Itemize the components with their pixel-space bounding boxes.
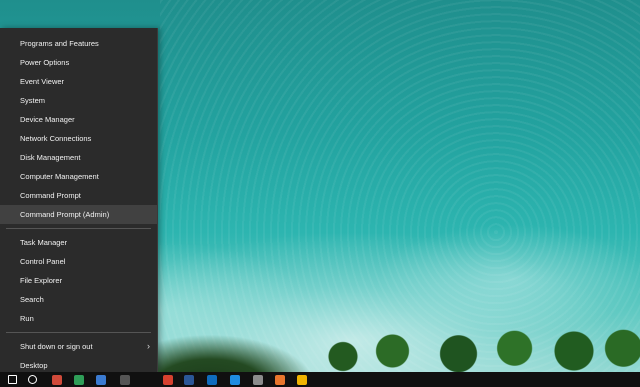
taskbar xyxy=(0,372,640,387)
menu-item-file-explorer[interactable]: File Explorer xyxy=(0,271,157,290)
menu-item-search[interactable]: Search xyxy=(0,290,157,309)
chrome-icon[interactable] xyxy=(163,375,173,385)
edge-icon[interactable] xyxy=(230,375,240,385)
settings-icon[interactable] xyxy=(253,375,263,385)
word-icon[interactable] xyxy=(184,375,194,385)
media-icon[interactable] xyxy=(297,375,307,385)
menu-item-power-options[interactable]: Power Options xyxy=(0,53,157,72)
menu-item-disk-management[interactable]: Disk Management xyxy=(0,148,157,167)
menu-item-command-prompt[interactable]: Command Prompt xyxy=(0,186,157,205)
outlook-icon[interactable] xyxy=(207,375,217,385)
app-icon-dark[interactable] xyxy=(120,375,130,385)
firefox-icon[interactable] xyxy=(275,375,285,385)
start-icon[interactable] xyxy=(8,375,17,384)
menu-separator xyxy=(6,332,151,333)
menu-item-device-manager[interactable]: Device Manager xyxy=(0,110,157,129)
menu-item-network-connections[interactable]: Network Connections xyxy=(0,129,157,148)
menu-item-run[interactable]: Run xyxy=(0,309,157,328)
app-icon-red[interactable] xyxy=(52,375,62,385)
power-user-menu: Programs and Features Power Options Even… xyxy=(0,28,158,372)
cortana-icon[interactable] xyxy=(28,375,37,384)
menu-item-control-panel[interactable]: Control Panel xyxy=(0,252,157,271)
menu-item-computer-management[interactable]: Computer Management xyxy=(0,167,157,186)
menu-separator xyxy=(6,228,151,229)
menu-item-event-viewer[interactable]: Event Viewer xyxy=(0,72,157,91)
menu-item-system[interactable]: System xyxy=(0,91,157,110)
menu-item-programs-and-features[interactable]: Programs and Features xyxy=(0,34,157,53)
desktop[interactable]: Programs and Features Power Options Even… xyxy=(0,0,640,387)
app-icon-green[interactable] xyxy=(74,375,84,385)
menu-item-command-prompt-admin[interactable]: Command Prompt (Admin) xyxy=(0,205,157,224)
app-icon-blue[interactable] xyxy=(96,375,106,385)
wallpaper-trees xyxy=(310,318,640,373)
chevron-right-icon: › xyxy=(147,341,150,351)
menu-item-shut-down-or-sign-out[interactable]: Shut down or sign out › xyxy=(0,337,157,356)
menu-item-task-manager[interactable]: Task Manager xyxy=(0,233,157,252)
